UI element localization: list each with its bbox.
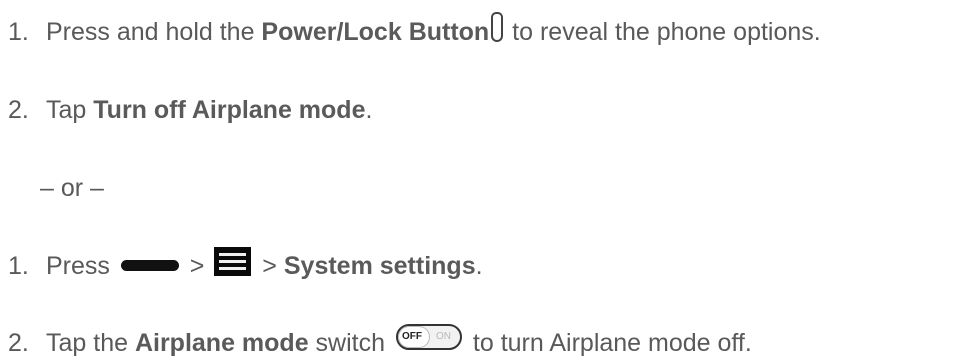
step-turn-off-airplane: 2. Tap Turn off Airplane mode. [8,90,372,130]
power-lock-button-icon [491,12,504,42]
airplane-toggle-icon: OFF ON [395,324,462,350]
step-number: 2. [8,329,29,357]
step-system-settings: 1. Press > > System settings. [8,246,483,286]
step-text-separator: > [255,252,284,280]
step-text-mid: switch [308,329,392,357]
step-text-pre: Tap the [46,329,135,357]
step-number: 2. [8,96,29,124]
step-text-post: to reveal the phone options. [505,18,821,46]
step-text-post: to turn Airplane mode off. [465,329,752,357]
step-number: 1. [8,252,29,280]
step-text-pre: Tap [46,96,94,124]
airplane-mode-label: Airplane mode [134,329,309,357]
turn-off-airplane-mode-label: Turn off Airplane mode [93,96,366,124]
step-text-post: . [475,252,483,280]
menu-icon [214,247,252,276]
step-power-lock: 1. Press and hold the Power/Lock Button t… [8,12,821,52]
power-lock-button-label: Power/Lock Button [261,18,490,46]
system-settings-label: System settings [283,252,476,280]
step-number: 1. [8,18,29,46]
or-separator: – or – [40,174,104,202]
step-text-post: . [365,96,373,124]
step-text-separator: > [182,252,212,280]
step-text-pre: Press and hold the [46,18,262,46]
home-key-icon [120,260,179,271]
toggle-on-label: ON [435,331,451,342]
step-airplane-switch: 2. Tap the Airplane mode switch OFF ON to … [8,323,752,363]
step-text-pre: Press [46,252,117,280]
toggle-off-label: OFF [401,331,422,342]
